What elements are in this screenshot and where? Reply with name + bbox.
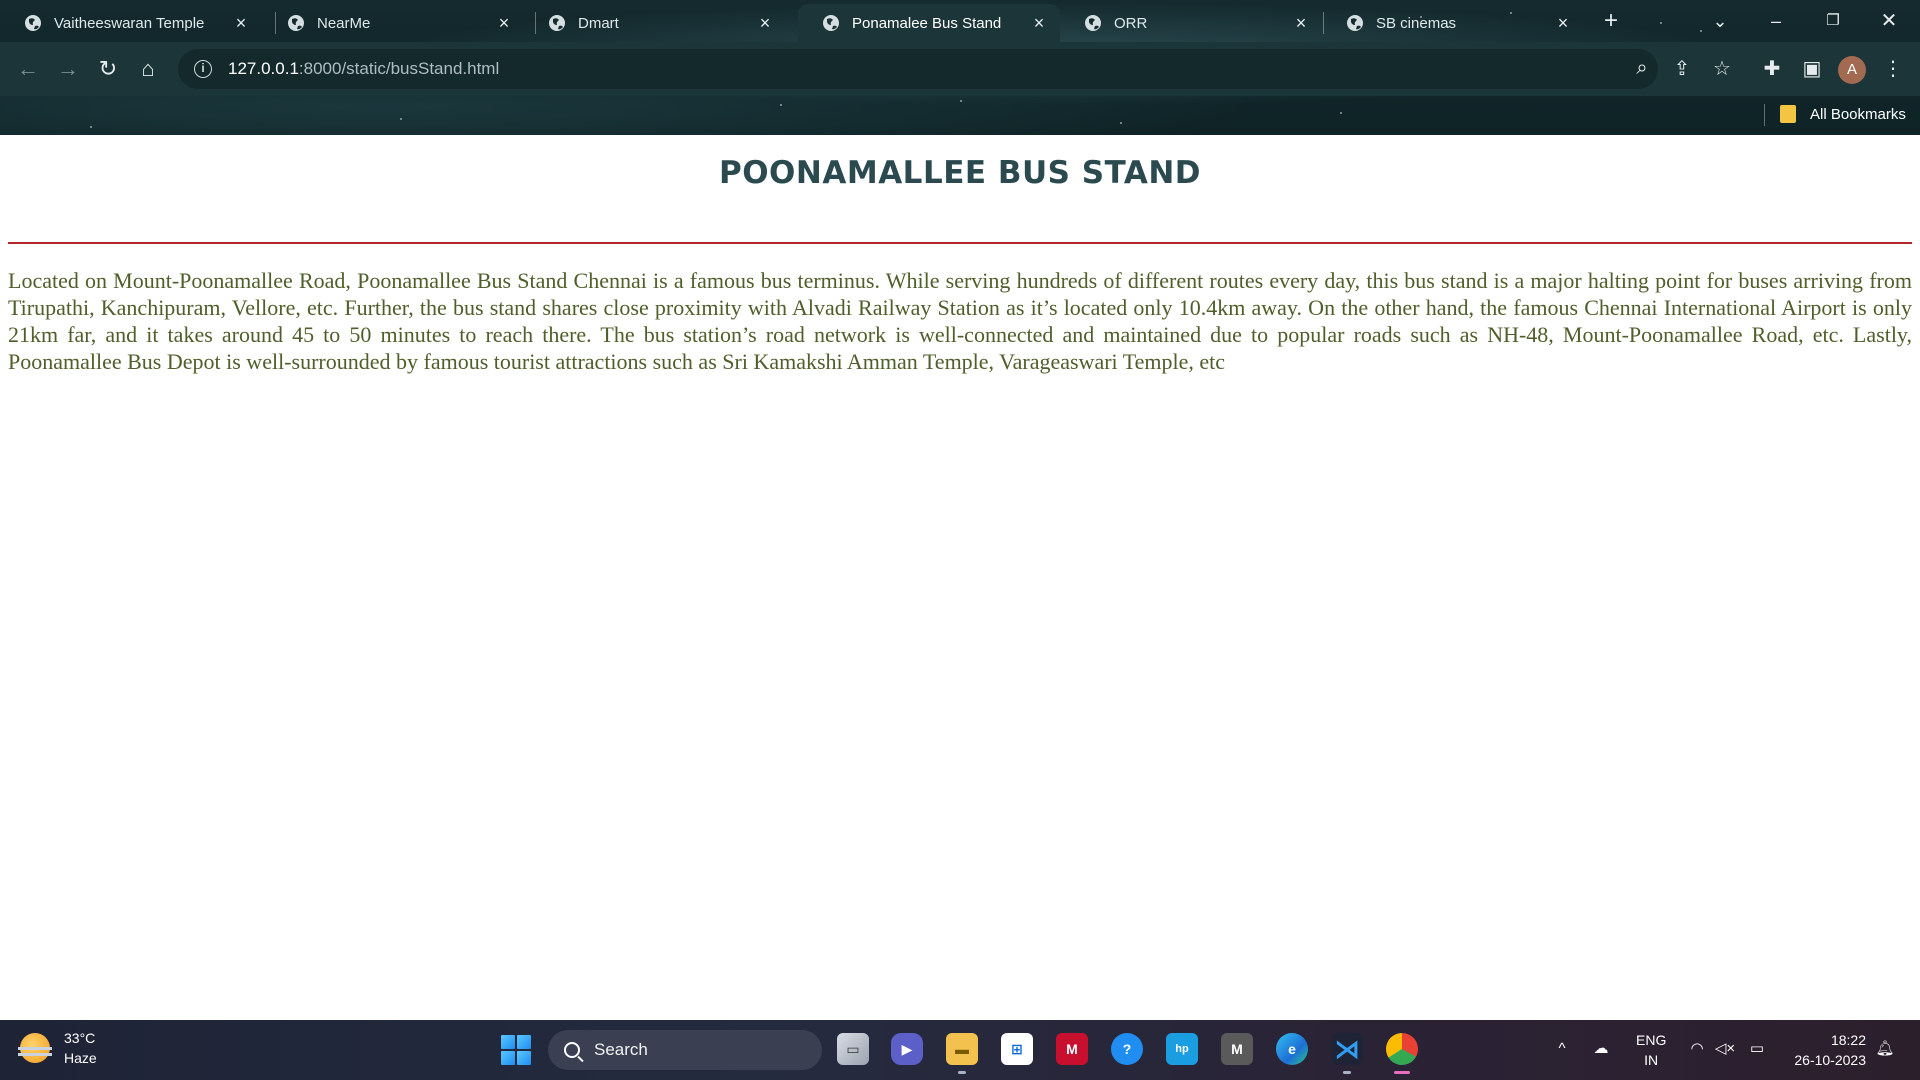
folder-icon bbox=[1780, 105, 1796, 123]
url-host: 127.0.0.1 bbox=[228, 59, 299, 78]
globe-icon bbox=[1347, 15, 1363, 31]
notification-bell-icon[interactable]: 🔔︎ bbox=[1874, 1038, 1896, 1060]
bus-stand-description: Located on Mount-Poonamallee Road, Poona… bbox=[8, 268, 1912, 374]
tab-title: Dmart bbox=[578, 14, 619, 32]
chevron-up-icon[interactable]: ^ bbox=[1551, 1038, 1573, 1060]
tab-title: NearMe bbox=[317, 14, 371, 32]
globe-icon bbox=[288, 15, 304, 31]
reload-button[interactable]: ↻ bbox=[92, 53, 124, 85]
new-tab-button[interactable]: + bbox=[1596, 6, 1626, 36]
language-code: ENG bbox=[1636, 1032, 1667, 1048]
edge-browser-icon[interactable]: e bbox=[1276, 1033, 1308, 1065]
taskbar-search-box[interactable]: Search bbox=[548, 1030, 822, 1070]
globe-icon bbox=[549, 15, 565, 31]
tab-title: ORR bbox=[1114, 14, 1148, 32]
close-icon[interactable]: × bbox=[756, 14, 774, 32]
windows-start-button[interactable] bbox=[501, 1035, 531, 1065]
bookmarks-bar: All Bookmarks bbox=[0, 96, 1920, 135]
globe-icon bbox=[823, 15, 839, 31]
menu-kebab-icon[interactable]: ⋮ bbox=[1878, 54, 1908, 84]
tab-dmart[interactable]: Dmart × bbox=[524, 4, 786, 42]
extensions-puzzle-icon[interactable]: ✚ bbox=[1757, 54, 1787, 84]
windows-logo-tile bbox=[501, 1051, 515, 1065]
bookmark-star-icon[interactable]: ☆ bbox=[1707, 54, 1737, 84]
forward-button[interactable]: → bbox=[52, 53, 84, 85]
share-icon[interactable]: ⇪ bbox=[1667, 54, 1697, 84]
battery-icon[interactable]: ▭ bbox=[1746, 1038, 1768, 1060]
horizontal-rule bbox=[8, 242, 1912, 244]
close-icon[interactable]: × bbox=[232, 14, 250, 32]
page-content: POONAMALLEE BUS STAND Located on Mount-P… bbox=[0, 135, 1920, 1020]
clock-time: 18:22 bbox=[1830, 1032, 1866, 1048]
page-title: POONAMALLEE BUS STAND bbox=[718, 155, 1201, 191]
app-m-icon[interactable]: M bbox=[1221, 1033, 1253, 1065]
haze-weather-icon bbox=[18, 1033, 52, 1063]
tab-orr[interactable]: ORR × bbox=[1060, 4, 1322, 42]
task-view-icon[interactable]: ▭ bbox=[837, 1033, 869, 1065]
language-indicator[interactable]: ENG IN bbox=[1636, 1030, 1666, 1070]
search-icon bbox=[564, 1042, 580, 1058]
restore-button[interactable]: ❐ bbox=[1818, 6, 1848, 36]
wifi-icon[interactable]: ◠ bbox=[1686, 1038, 1708, 1060]
system-clock[interactable]: 18:22 26-10-2023 bbox=[1786, 1030, 1866, 1070]
teams-chat-icon[interactable]: ▶ bbox=[891, 1033, 923, 1065]
running-indicator bbox=[1343, 1071, 1351, 1074]
close-window-button[interactable]: ✕ bbox=[1874, 6, 1904, 36]
all-bookmarks-folder[interactable]: All Bookmarks bbox=[1780, 105, 1906, 123]
search-label: Search bbox=[594, 1040, 648, 1059]
vscode-icon[interactable]: ⋊ bbox=[1331, 1033, 1363, 1074]
running-indicator bbox=[1394, 1071, 1410, 1074]
tab-title: Ponamalee Bus Stand bbox=[852, 14, 1002, 32]
weather-temperature: 33°C bbox=[64, 1030, 96, 1046]
speaker-muted-icon[interactable]: ◁× bbox=[1714, 1038, 1736, 1060]
mcafee-icon[interactable]: M bbox=[1056, 1033, 1088, 1065]
tab-sb-cinemas[interactable]: SB cinemas × bbox=[1322, 4, 1584, 42]
zoom-icon[interactable]: ⌕ bbox=[1627, 53, 1657, 83]
tab-title: SB cinemas bbox=[1376, 14, 1457, 32]
windows-logo-tile bbox=[517, 1051, 531, 1065]
weather-widget[interactable]: 33°C Haze bbox=[18, 1028, 97, 1068]
close-icon[interactable]: × bbox=[1292, 14, 1310, 32]
globe-icon bbox=[1085, 15, 1101, 31]
get-help-icon[interactable]: ? bbox=[1111, 1033, 1143, 1065]
profile-avatar[interactable]: A bbox=[1838, 56, 1866, 84]
address-bar[interactable]: i 127.0.0.1:8000/static/busStand.html bbox=[178, 49, 1658, 89]
myhp-icon[interactable]: hp bbox=[1166, 1033, 1198, 1065]
side-panel-icon[interactable]: ▣ bbox=[1797, 54, 1827, 84]
running-indicator bbox=[958, 1071, 966, 1074]
url-text[interactable]: 127.0.0.1:8000/static/busStand.html bbox=[228, 59, 499, 79]
tab-ponamalee-bus-stand[interactable]: Ponamalee Bus Stand × bbox=[798, 4, 1060, 42]
back-button[interactable]: ← bbox=[12, 53, 44, 85]
file-explorer-icon[interactable]: ▬ bbox=[946, 1033, 978, 1074]
weather-description: Haze bbox=[64, 1050, 97, 1066]
tab-strip: Vaitheeswaran Temple × NearMe × Dmart × … bbox=[0, 0, 1920, 42]
tab-vaitheeswaran-temple[interactable]: Vaitheeswaran Temple × bbox=[0, 4, 262, 42]
clock-date: 26-10-2023 bbox=[1794, 1052, 1866, 1068]
tab-search-chevron-icon[interactable]: ⌄ bbox=[1705, 6, 1735, 36]
windows-taskbar: 33°C Haze Search ▭ ▶ ▬ ⊞ M ? hp M e ⋊ ^ … bbox=[0, 1020, 1920, 1080]
close-icon[interactable]: × bbox=[1554, 14, 1572, 32]
onedrive-error-icon[interactable]: ☁ bbox=[1590, 1038, 1612, 1060]
windows-logo-tile bbox=[501, 1035, 515, 1049]
close-icon[interactable]: × bbox=[495, 14, 513, 32]
browser-chrome: Vaitheeswaran Temple × NearMe × Dmart × … bbox=[0, 0, 1920, 135]
tab-nearme[interactable]: NearMe × bbox=[263, 4, 525, 42]
home-button[interactable]: ⌂ bbox=[132, 53, 164, 85]
region-code: IN bbox=[1644, 1052, 1659, 1068]
tab-title: Vaitheeswaran Temple bbox=[54, 14, 205, 32]
close-icon[interactable]: × bbox=[1030, 14, 1048, 32]
bookmarks-separator bbox=[1764, 104, 1765, 126]
browser-toolbar: ← → ↻ ⌂ i 127.0.0.1:8000/static/busStand… bbox=[0, 42, 1920, 96]
all-bookmarks-label: All Bookmarks bbox=[1810, 105, 1906, 123]
microsoft-store-icon[interactable]: ⊞ bbox=[1001, 1033, 1033, 1065]
chrome-browser-icon[interactable] bbox=[1386, 1033, 1418, 1074]
site-info-icon[interactable]: i bbox=[194, 60, 212, 78]
minimize-button[interactable]: – bbox=[1761, 6, 1791, 36]
globe-icon bbox=[25, 15, 41, 31]
url-path: :8000/static/busStand.html bbox=[298, 59, 500, 78]
windows-logo-tile bbox=[517, 1035, 531, 1049]
